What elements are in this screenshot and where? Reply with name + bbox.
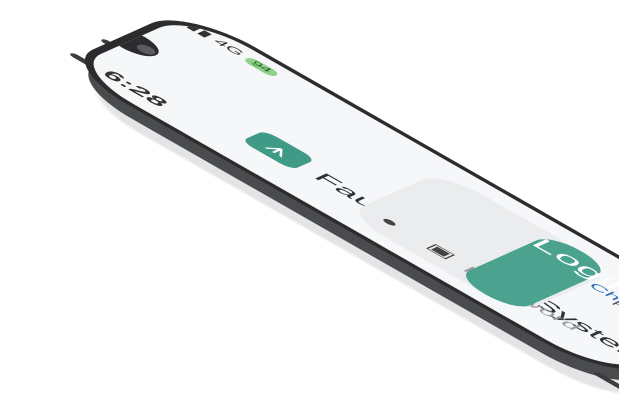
status-icons: ▮▮ 4G 94: [183, 22, 283, 78]
phone-screen: 6:28 ▮▮ 4G 94 ⩚ Fault Locating System ● …: [70, 14, 619, 376]
signal-icon: ▮▮: [183, 22, 216, 40]
transmission-tower-icon: ⩚: [241, 130, 316, 171]
lock-icon: ▣: [422, 241, 461, 262]
login-label: Login: [525, 235, 619, 301]
phone-device: 6:28 ▮▮ 4G 94 ⩚ Fault Locating System ● …: [56, 7, 619, 408]
battery-level: 94: [248, 59, 275, 74]
user-icon: ●: [375, 214, 406, 230]
